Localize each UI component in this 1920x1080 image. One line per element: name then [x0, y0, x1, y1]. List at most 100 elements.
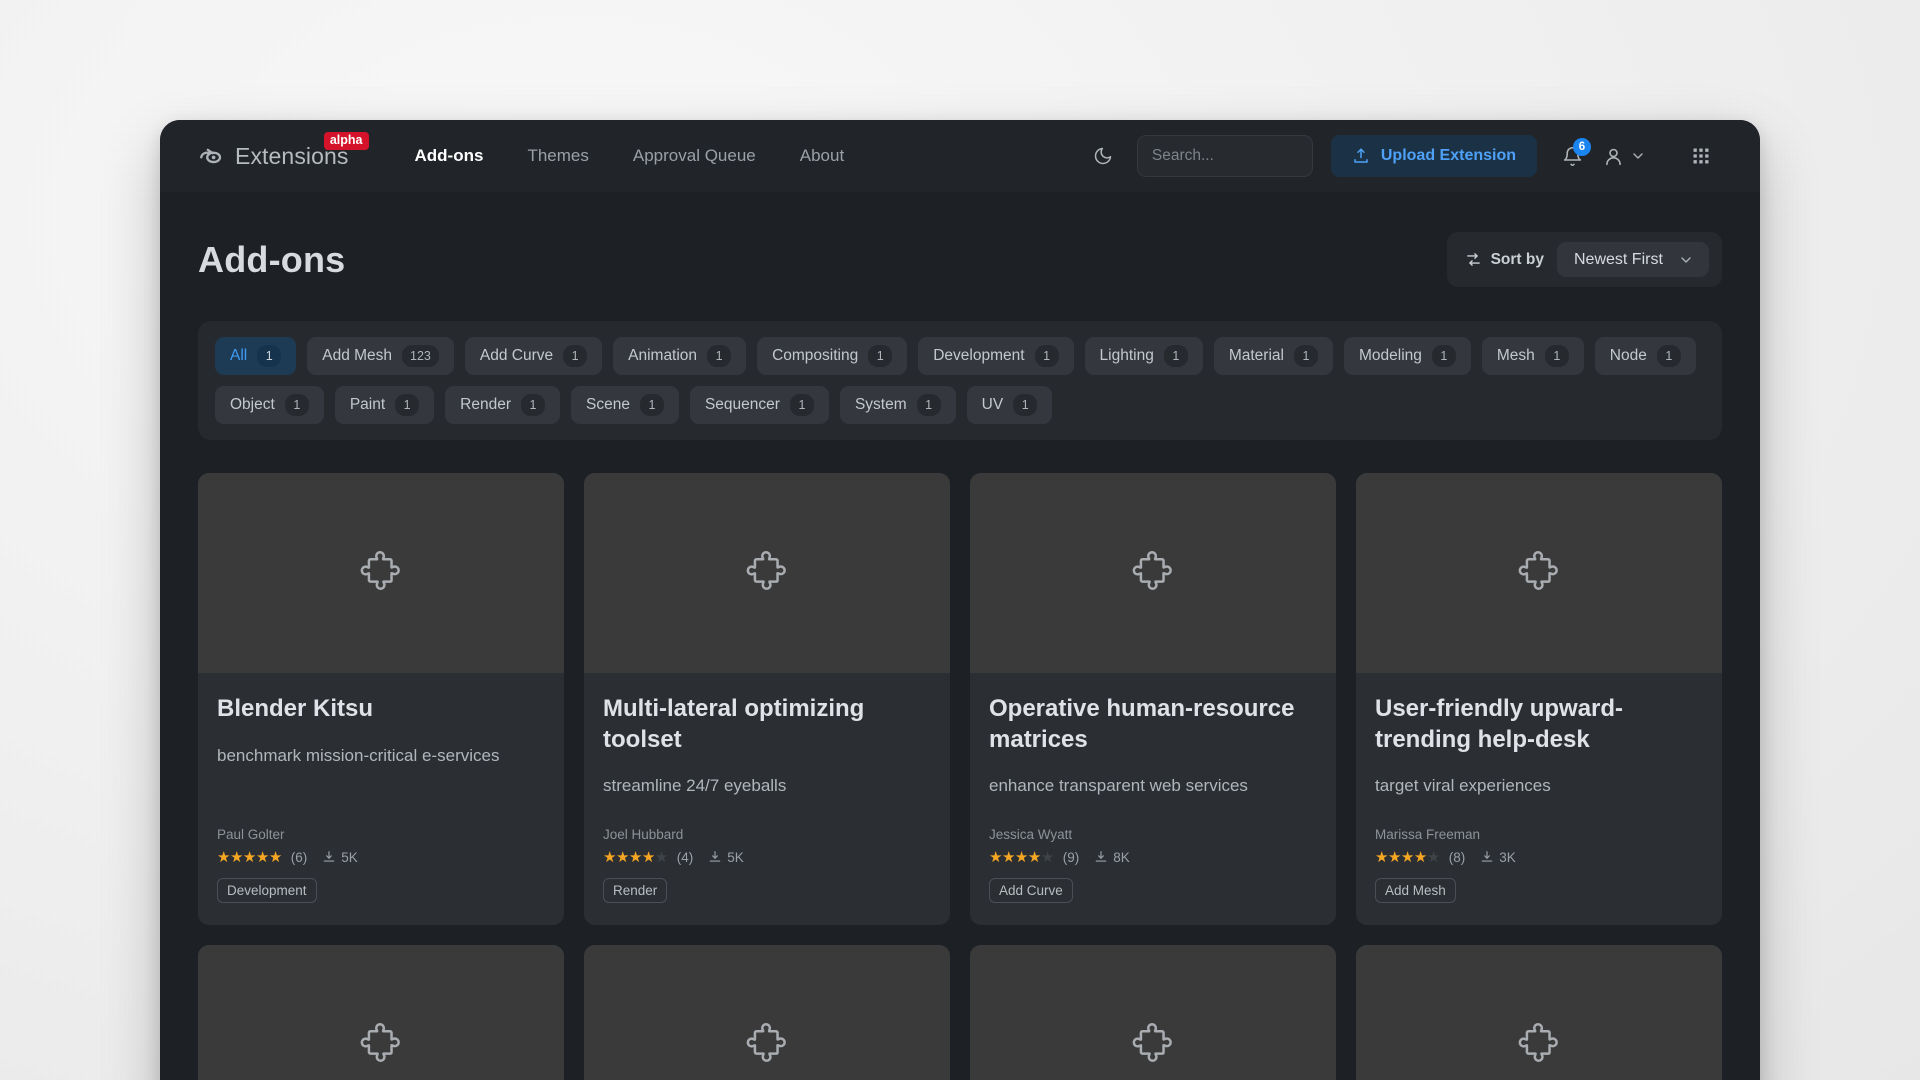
nav-link-approval-queue[interactable]: Approval Queue — [611, 138, 778, 174]
card-category-tag[interactable]: Add Curve — [989, 877, 1073, 903]
search-box[interactable] — [1136, 135, 1369, 177]
nav-link-about[interactable]: About — [778, 138, 866, 174]
extension-card[interactable]: Blender Kitsu benchmark mission-critical … — [198, 473, 564, 925]
star-icon: ★ — [229, 848, 243, 866]
sort-swap-icon — [1466, 253, 1480, 266]
notifications-button[interactable]: 6 — [1551, 135, 1593, 177]
filter-chip-animation[interactable]: Animation 1 — [613, 337, 747, 375]
star-icon: ★ — [1375, 848, 1388, 866]
nav-links: Add-ons Themes Approval Queue About — [393, 138, 867, 174]
star-icon: ★ — [1413, 848, 1427, 866]
extension-card[interactable] — [970, 944, 1336, 1080]
upload-icon — [1354, 148, 1368, 163]
upload-extension-label: Upload Extension — [1380, 147, 1516, 164]
rating-stars: ★ ★ ★ ★ ★ — [217, 850, 282, 865]
page-content: Add-ons Sort by Newest First All 1 Add M… — [160, 192, 1760, 1080]
filter-chip-scene[interactable]: Scene 1 — [571, 386, 679, 424]
rating-count: (6) — [290, 849, 308, 865]
filter-chip-sequencer[interactable]: Sequencer 1 — [689, 386, 829, 424]
extension-card[interactable] — [584, 944, 950, 1080]
download-count: 5K — [708, 850, 744, 865]
card-footer: Jessica Wyatt ★ ★ ★ ★ ★ (9) 8K Add Curve — [989, 827, 1317, 903]
filter-chip-count: 1 — [257, 344, 282, 368]
rating-stars: ★ ★ ★ ★ ★ — [1375, 850, 1440, 865]
filter-chip-system[interactable]: System 1 — [839, 386, 956, 424]
card-category-tag[interactable]: Development — [217, 877, 317, 903]
filter-chip-count: 1 — [1656, 344, 1681, 368]
filter-chip-object[interactable]: Object 1 — [215, 386, 324, 424]
card-thumbnail — [970, 473, 1336, 673]
card-thumbnail — [584, 473, 950, 673]
filter-chip-label: Node — [1609, 347, 1647, 364]
extension-card-grid: Blender Kitsu benchmark mission-critical … — [198, 473, 1722, 1080]
filter-chip-count: 1 — [1431, 344, 1456, 368]
puzzle-piece-icon — [746, 551, 786, 590]
upload-extension-button[interactable]: Upload Extension — [1330, 135, 1537, 177]
filter-chip-compositing[interactable]: Compositing 1 — [757, 337, 908, 375]
extension-card[interactable] — [1356, 944, 1722, 1080]
user-icon — [1606, 148, 1621, 165]
extension-card[interactable]: Operative human-resource matrices enhance… — [970, 473, 1336, 925]
nav-link-themes[interactable]: Themes — [505, 138, 610, 174]
card-footer: Joel Hubbard ★ ★ ★ ★ ★ (4) 5K Render — [603, 827, 931, 903]
extension-card[interactable]: Multi-lateral optimizing toolset streamli… — [584, 473, 950, 925]
filter-chip-add-curve[interactable]: Add Curve 1 — [464, 337, 603, 375]
filter-chip-render[interactable]: Render 1 — [445, 386, 560, 424]
account-menu-button[interactable] — [1595, 135, 1654, 177]
filter-chip-material[interactable]: Material 1 — [1213, 337, 1333, 375]
puzzle-piece-icon — [1518, 551, 1558, 590]
extension-card[interactable]: User-friendly upward-trending help-desk t… — [1356, 473, 1722, 925]
card-title: Operative human-resource matrices — [989, 695, 1295, 753]
card-author: Paul Golter — [217, 826, 285, 842]
card-thumbnail — [970, 944, 1336, 1080]
card-category-tag[interactable]: Add Mesh — [1375, 877, 1456, 903]
filter-chip-label: Development — [933, 347, 1025, 364]
card-thumbnail — [584, 944, 950, 1080]
card-body: Multi-lateral optimizing toolset streamli… — [584, 673, 950, 925]
filter-chip-add-mesh[interactable]: Add Mesh 123 — [307, 337, 454, 375]
brand[interactable]: Extensions alpha — [198, 131, 369, 170]
filter-chip-development[interactable]: Development 1 — [918, 337, 1074, 375]
filter-chip-mesh[interactable]: Mesh 1 — [1481, 337, 1584, 375]
card-thumbnail — [198, 944, 564, 1080]
download-count-text: 5K — [341, 849, 358, 865]
filter-chip-all[interactable]: All 1 — [215, 337, 297, 375]
search-input[interactable] — [1151, 147, 1352, 165]
puzzle-piece-icon — [1132, 1023, 1172, 1062]
extension-card[interactable] — [198, 944, 564, 1080]
card-body: User-friendly upward-trending help-desk t… — [1356, 673, 1722, 925]
top-navbar: Extensions alpha Add-ons Themes Approval… — [160, 120, 1760, 192]
download-count-text: 3K — [1499, 849, 1516, 865]
sort-select[interactable]: Newest First — [1557, 242, 1709, 277]
card-body: Operative human-resource matrices enhance… — [970, 673, 1336, 925]
card-footer: Paul Golter ★ ★ ★ ★ ★ (6) 5K Development — [217, 827, 545, 903]
theme-toggle-button[interactable] — [1083, 136, 1123, 176]
filter-chip-label: Material — [1228, 347, 1284, 364]
filter-chip-label: Add Curve — [479, 347, 554, 364]
puzzle-piece-icon — [360, 551, 400, 590]
filter-chip-node[interactable]: Node 1 — [1594, 337, 1696, 375]
download-icon — [1482, 851, 1493, 863]
notification-count-badge: 6 — [1573, 138, 1591, 156]
filter-chip-label: UV — [981, 396, 1004, 413]
filter-chip-label: Add Mesh — [322, 347, 393, 364]
apps-grid-button[interactable] — [1680, 135, 1722, 177]
star-icon: ★ — [1014, 848, 1028, 866]
filter-chip-uv[interactable]: UV 1 — [966, 386, 1053, 424]
filter-chip-count: 1 — [868, 344, 893, 368]
download-icon — [324, 851, 335, 863]
download-count-text: 5K — [727, 849, 744, 865]
puzzle-piece-icon — [1518, 1023, 1558, 1062]
rating-count: (9) — [1062, 849, 1080, 865]
card-body: Blender Kitsu benchmark mission-critical … — [198, 673, 564, 925]
star-icon: ★ — [268, 848, 282, 866]
filter-chip-paint[interactable]: Paint 1 — [334, 386, 435, 424]
filter-chip-count: 1 — [916, 393, 941, 417]
nav-link-addons[interactable]: Add-ons — [393, 138, 506, 174]
card-thumbnail — [1356, 473, 1722, 673]
filter-chip-modeling[interactable]: Modeling 1 — [1343, 337, 1471, 375]
download-icon — [710, 851, 721, 863]
filter-chip-label: Object — [230, 396, 275, 413]
filter-chip-lighting[interactable]: Lighting 1 — [1084, 337, 1203, 375]
card-category-tag[interactable]: Render — [603, 877, 668, 903]
